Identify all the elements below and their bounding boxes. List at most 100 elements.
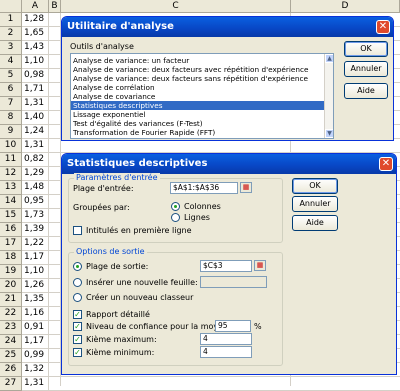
cell-a[interactable]: 0,95 xyxy=(22,195,49,209)
row-header[interactable]: 8 xyxy=(0,111,22,125)
cell-a[interactable]: 1,29 xyxy=(22,167,49,181)
cell-a[interactable]: 1,31 xyxy=(22,377,49,391)
cell-a[interactable]: 1,16 xyxy=(22,307,49,321)
analysis-help-button[interactable]: Aide xyxy=(344,83,388,99)
row-header[interactable]: 18 xyxy=(0,251,22,265)
tool-list-item[interactable]: Analyse de variance: deux facteurs sans … xyxy=(71,74,333,83)
analysis-dialog-titlebar[interactable]: Utilitaire d'analyse ✕ xyxy=(62,17,393,37)
cell-a[interactable]: 1,35 xyxy=(22,293,49,307)
cell-a[interactable]: 1,24 xyxy=(22,125,49,139)
column-header-a[interactable]: A xyxy=(22,0,49,13)
row-header[interactable]: 2 xyxy=(0,27,22,41)
tool-list-item[interactable]: Analyse de variance: un facteur xyxy=(71,56,333,65)
tool-list-item[interactable]: Statistiques descriptives xyxy=(71,101,333,110)
columns-radio[interactable] xyxy=(171,202,180,211)
close-icon[interactable]: ✕ xyxy=(376,20,390,34)
row-header[interactable]: 11 xyxy=(0,153,22,167)
row-header[interactable]: 24 xyxy=(0,335,22,349)
row-header[interactable]: 17 xyxy=(0,237,22,251)
cell-a[interactable]: 0,82 xyxy=(22,153,49,167)
tool-list-item[interactable]: Transformation de Fourier Rapide (FFT) xyxy=(71,128,333,137)
row-header[interactable]: 20 xyxy=(0,279,22,293)
row-header[interactable]: 12 xyxy=(0,167,22,181)
row-header[interactable]: 9 xyxy=(0,125,22,139)
analysis-ok-button[interactable]: OK xyxy=(344,41,388,57)
row-header[interactable]: 23 xyxy=(0,321,22,335)
confidence-field[interactable]: 95 xyxy=(215,320,251,332)
cell-a[interactable]: 1,71 xyxy=(22,83,49,97)
cell-a[interactable]: 1,10 xyxy=(22,55,49,69)
tool-list-item[interactable]: Analyse de covariance xyxy=(71,92,333,101)
column-header-d[interactable]: D xyxy=(291,0,400,13)
row-header[interactable]: 26 xyxy=(0,363,22,377)
row-header[interactable]: 1 xyxy=(0,13,22,27)
kth-smallest-checkbox[interactable]: ✓ xyxy=(73,348,82,357)
kth-largest-checkbox[interactable]: ✓ xyxy=(73,335,82,344)
tool-list-item[interactable]: Analyse de variance: deux facteurs avec … xyxy=(71,65,333,74)
tool-list-item[interactable]: Analyse de corrélation xyxy=(71,83,333,92)
row-header[interactable]: 13 xyxy=(0,181,22,195)
cell-a[interactable]: 1,31 xyxy=(22,139,49,153)
cell-a[interactable]: 0,98 xyxy=(22,69,49,83)
desc-help-button[interactable]: Aide xyxy=(292,215,338,231)
summary-checkbox[interactable]: ✓ xyxy=(73,310,82,319)
confidence-checkbox[interactable]: ✓ xyxy=(73,322,82,331)
output-range-radio[interactable] xyxy=(73,262,82,271)
cell-a[interactable]: 1,17 xyxy=(22,251,49,265)
cell-a[interactable]: 1,40 xyxy=(22,111,49,125)
row-header[interactable]: 15 xyxy=(0,209,22,223)
row-header[interactable]: 27 xyxy=(0,377,22,391)
scroll-up-icon[interactable]: ▲ xyxy=(325,54,333,63)
kth-largest-field[interactable]: 4 xyxy=(200,333,252,345)
new-sheet-field[interactable] xyxy=(200,276,267,288)
row-header[interactable]: 7 xyxy=(0,97,22,111)
cell-a[interactable]: 1,17 xyxy=(22,335,49,349)
cell-a[interactable]: 1,39 xyxy=(22,223,49,237)
cell-a[interactable]: 0,99 xyxy=(22,349,49,363)
analysis-cancel-button[interactable]: Annuler xyxy=(344,61,388,77)
row-header[interactable]: 3 xyxy=(0,41,22,55)
tools-listbox[interactable]: Analyse de variance: un facteur Analyse d… xyxy=(70,53,334,139)
tool-list-item[interactable]: Test d'égalité des variances (F-Test) xyxy=(71,119,333,128)
row-header[interactable]: 14 xyxy=(0,195,22,209)
cell-a[interactable]: 1,73 xyxy=(22,209,49,223)
row-header[interactable]: 19 xyxy=(0,265,22,279)
column-header-c[interactable]: C xyxy=(61,0,291,13)
cell-a[interactable]: 1,22 xyxy=(22,237,49,251)
row-header[interactable]: 25 xyxy=(0,349,22,363)
new-workbook-radio[interactable] xyxy=(73,293,82,302)
desc-ok-button[interactable]: OK xyxy=(292,178,338,194)
select-all-corner[interactable] xyxy=(0,0,22,13)
row-header[interactable]: 22 xyxy=(0,307,22,321)
row-header[interactable]: 6 xyxy=(0,83,22,97)
cell-a[interactable]: 0,91 xyxy=(22,321,49,335)
cell-a[interactable]: 1,28 xyxy=(22,13,49,27)
cell-a[interactable]: 1,32 xyxy=(22,363,49,377)
kth-smallest-field[interactable]: 4 xyxy=(200,346,252,358)
input-range-field[interactable]: $A$1:$A$36 xyxy=(170,182,238,194)
cell-a[interactable]: 1,10 xyxy=(22,265,49,279)
labels-first-row-checkbox[interactable] xyxy=(73,226,82,235)
row-header[interactable]: 4 xyxy=(0,55,22,69)
output-range-collapse-icon[interactable]: ▦ xyxy=(254,260,266,271)
row-header[interactable]: 16 xyxy=(0,223,22,237)
rows-radio[interactable] xyxy=(171,213,180,222)
cell-a[interactable]: 1,26 xyxy=(22,279,49,293)
cell-a[interactable]: 1,31 xyxy=(22,97,49,111)
new-sheet-radio[interactable] xyxy=(73,278,82,287)
desc-cancel-button[interactable]: Annuler xyxy=(292,196,338,212)
row-header[interactable]: 10 xyxy=(0,139,22,153)
tool-list-item[interactable]: Lissage exponentiel xyxy=(71,110,333,119)
output-range-field[interactable]: $C$3 xyxy=(200,260,252,272)
row-header[interactable]: 21 xyxy=(0,293,22,307)
cell-a[interactable]: 1,65 xyxy=(22,27,49,41)
desc-dialog-titlebar[interactable]: Statistiques descriptives ✕ xyxy=(62,154,396,174)
tool-list-item[interactable]: Histogramme xyxy=(71,137,333,138)
input-range-collapse-icon[interactable]: ▦ xyxy=(240,182,252,193)
tools-scrollbar[interactable]: ▲ ▼ xyxy=(324,54,333,138)
column-header-b[interactable]: B xyxy=(49,0,61,13)
close-icon[interactable]: ✕ xyxy=(379,157,393,171)
row-header[interactable]: 5 xyxy=(0,69,22,83)
scroll-down-icon[interactable]: ▼ xyxy=(325,129,333,138)
cell-a[interactable]: 1,43 xyxy=(22,41,49,55)
